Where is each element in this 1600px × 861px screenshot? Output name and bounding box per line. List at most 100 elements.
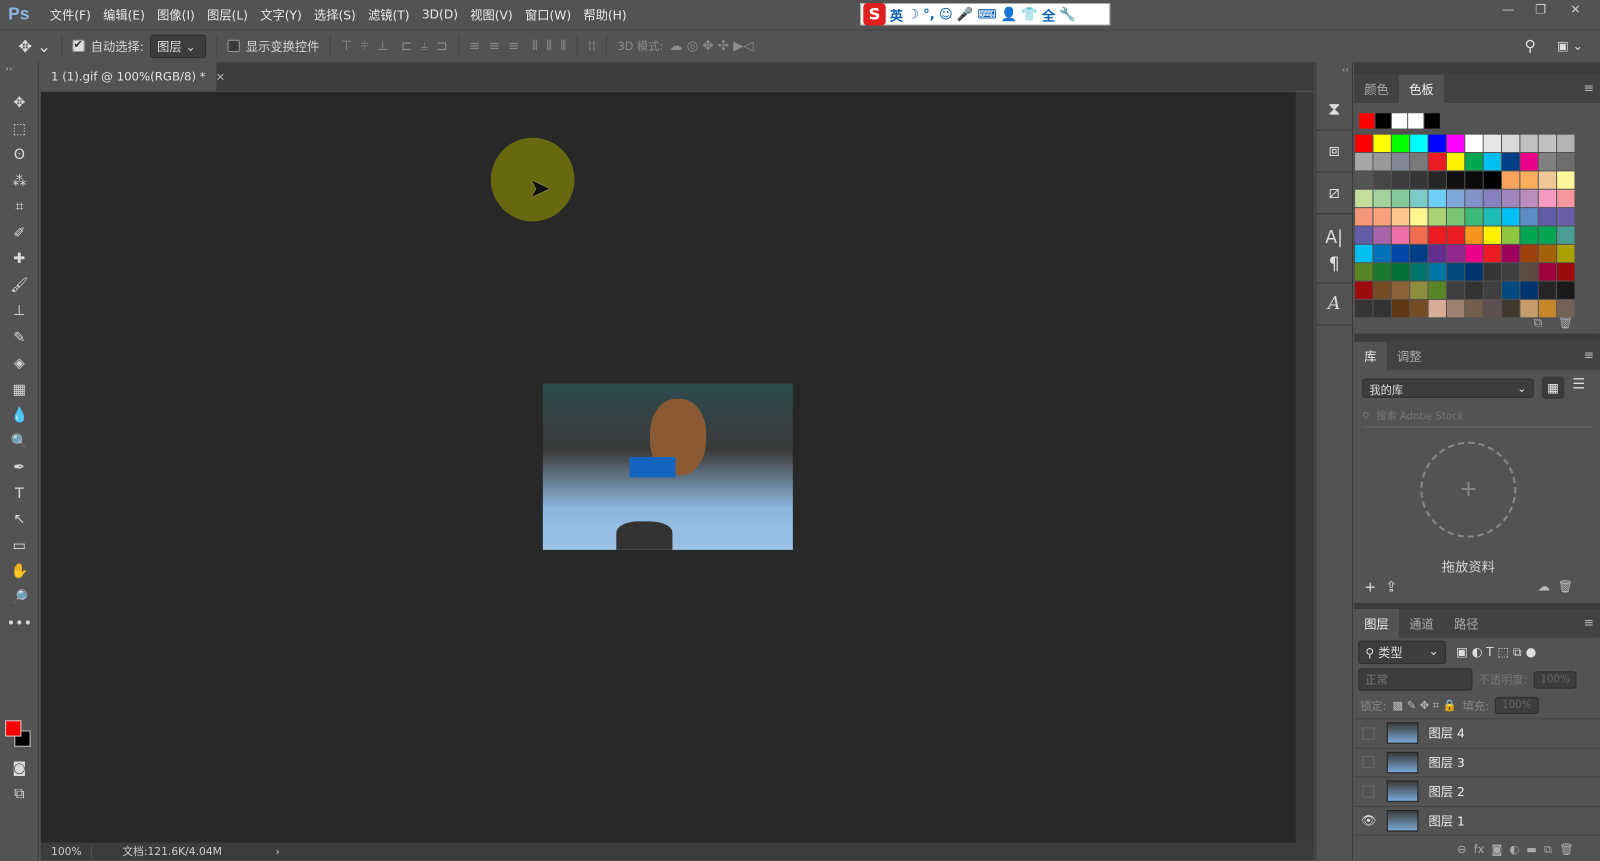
crop-tool-icon[interactable]: ⌗ [0, 195, 39, 221]
history-brush-tool-icon[interactable]: ✎ [0, 325, 39, 351]
lock-icons[interactable]: ▩ ✎ ✥ ⌗ 🔒 [1393, 698, 1457, 712]
color-swatch[interactable] [1465, 299, 1483, 318]
color-swatch[interactable] [1428, 189, 1446, 208]
color-swatch[interactable] [1538, 244, 1557, 263]
color-swatch[interactable] [1410, 299, 1428, 318]
color-swatch[interactable] [1410, 281, 1428, 299]
color-swatch[interactable] [1520, 244, 1538, 263]
panel-menu-icon[interactable]: ≡ [1584, 615, 1594, 629]
vertical-scrollbar[interactable] [1295, 91, 1315, 843]
menu-edit[interactable]: 编辑(E) [97, 6, 151, 23]
more-tool-icon[interactable]: ••• [0, 611, 39, 637]
recent-swatch[interactable] [1375, 113, 1391, 129]
glyph-icon[interactable]: ⧄ [1316, 172, 1353, 215]
color-swatch[interactable] [1391, 263, 1410, 281]
menu-type[interactable]: 文字(Y) [254, 6, 308, 23]
brush-tool-icon[interactable]: 🖌 [0, 273, 39, 299]
color-swatch[interactable] [1483, 299, 1502, 318]
color-swatch[interactable] [1502, 263, 1520, 281]
color-swatch[interactable] [1538, 189, 1557, 208]
color-swatch[interactable] [1355, 299, 1373, 318]
color-swatch[interactable] [1391, 171, 1410, 189]
screen-mode-icon[interactable]: ⧉ [0, 781, 39, 803]
color-swatch[interactable] [1465, 134, 1483, 153]
eye-icon[interactable]: 👁 [1354, 813, 1383, 827]
color-swatch[interactable] [1520, 263, 1538, 281]
color-swatch[interactable] [1446, 226, 1465, 244]
color-swatch[interactable] [1502, 134, 1520, 153]
emoji-icon[interactable]: ☺ [939, 7, 953, 22]
color-swatch[interactable] [1520, 226, 1538, 244]
recent-swatch[interactable] [1391, 113, 1408, 129]
ime-lang-toggle[interactable]: 英 [890, 5, 903, 24]
color-swatch[interactable] [1355, 189, 1373, 208]
tab-color[interactable]: 颜色 [1354, 74, 1399, 103]
stamp-tool-icon[interactable]: ⊥ [0, 299, 39, 325]
color-swatch[interactable] [1391, 134, 1410, 153]
foreground-color[interactable] [5, 720, 22, 737]
color-swatch[interactable] [1538, 134, 1557, 153]
menu-select[interactable]: 选择(S) [308, 6, 362, 23]
recent-swatch[interactable] [1424, 113, 1440, 129]
color-swatch[interactable] [1557, 281, 1575, 299]
layer-actions[interactable]: ⊖ fx ◙ ◐ ▬ ⧉ 🗑 [1354, 839, 1600, 861]
color-swatch[interactable] [1428, 244, 1446, 263]
list-view-icon[interactable]: ☰ [1572, 376, 1585, 392]
distribute-buttons[interactable]: ≡ ≡ ≡ ⦀ ⦀ ⦀ [469, 38, 566, 53]
auto-select-checkbox[interactable] [72, 38, 85, 53]
close-tab-icon[interactable]: × [215, 69, 225, 83]
color-swatch[interactable] [1557, 263, 1575, 281]
recent-swatch[interactable] [1359, 113, 1375, 129]
menu-layer[interactable]: 图层(L) [201, 6, 254, 23]
keyboard-icon[interactable]: ⌨ [977, 7, 996, 22]
color-swatch[interactable] [1446, 208, 1465, 226]
color-swatch[interactable] [1355, 244, 1373, 263]
color-swatch[interactable] [1410, 171, 1428, 189]
color-swatch[interactable] [1355, 208, 1373, 226]
color-swatch[interactable] [1520, 281, 1538, 299]
color-swatch[interactable] [1355, 171, 1373, 189]
blend-mode-dropdown[interactable]: 正常 [1358, 668, 1473, 691]
color-swatch[interactable] [1355, 134, 1373, 153]
color-swatch[interactable] [1373, 263, 1391, 281]
color-swatch[interactable] [1391, 189, 1410, 208]
settings-wrench-icon[interactable]: 🔧 [1059, 7, 1076, 22]
color-swatch[interactable] [1446, 134, 1465, 153]
character-icon[interactable]: A| [1316, 224, 1352, 251]
color-swatch[interactable] [1428, 171, 1446, 189]
color-swatch[interactable] [1465, 263, 1483, 281]
rectangle-tool-icon[interactable]: ▭ [0, 533, 39, 559]
color-swatch[interactable] [1520, 189, 1538, 208]
menu-3d[interactable]: 3D(D) [416, 7, 464, 21]
healing-tool-icon[interactable]: ✚ [0, 247, 39, 273]
color-swatch[interactable] [1373, 281, 1391, 299]
color-swatch[interactable] [1428, 281, 1446, 299]
marquee-tool-icon[interactable]: ⬚ [0, 117, 39, 143]
color-swatch[interactable] [1483, 281, 1502, 299]
document-image[interactable] [542, 383, 793, 550]
color-swatch[interactable] [1483, 208, 1502, 226]
path-select-tool-icon[interactable]: ↖ [0, 507, 39, 533]
color-swatch[interactable] [1557, 244, 1575, 263]
color-swatch[interactable] [1410, 208, 1428, 226]
color-swatch[interactable] [1373, 153, 1391, 171]
status-menu-arrow[interactable]: › [276, 845, 280, 857]
color-swatch[interactable] [1373, 189, 1391, 208]
color-swatch[interactable] [1355, 153, 1373, 171]
align-buttons[interactable]: ⊤ ⫩ ⊥ ⊏ ⫨ ⊐ [341, 38, 448, 53]
color-swatch[interactable] [1373, 226, 1391, 244]
color-swatch[interactable] [1373, 299, 1391, 318]
color-swatch[interactable] [1446, 244, 1465, 263]
color-swatch[interactable] [1538, 208, 1557, 226]
menu-window[interactable]: 窗口(W) [519, 6, 577, 23]
color-swatch[interactable] [1557, 226, 1575, 244]
tab-libraries[interactable]: 库 [1354, 341, 1387, 371]
minimize-button[interactable]: — [1492, 0, 1525, 18]
color-swatch[interactable] [1502, 189, 1520, 208]
dodge-tool-icon[interactable]: 🔍 [0, 429, 39, 455]
panel-menu-icon[interactable]: ≡ [1584, 348, 1594, 362]
color-swatch[interactable] [1355, 281, 1373, 299]
color-swatch[interactable] [1446, 299, 1465, 318]
color-swatch[interactable] [1410, 263, 1428, 281]
color-swatch[interactable] [1410, 153, 1428, 171]
